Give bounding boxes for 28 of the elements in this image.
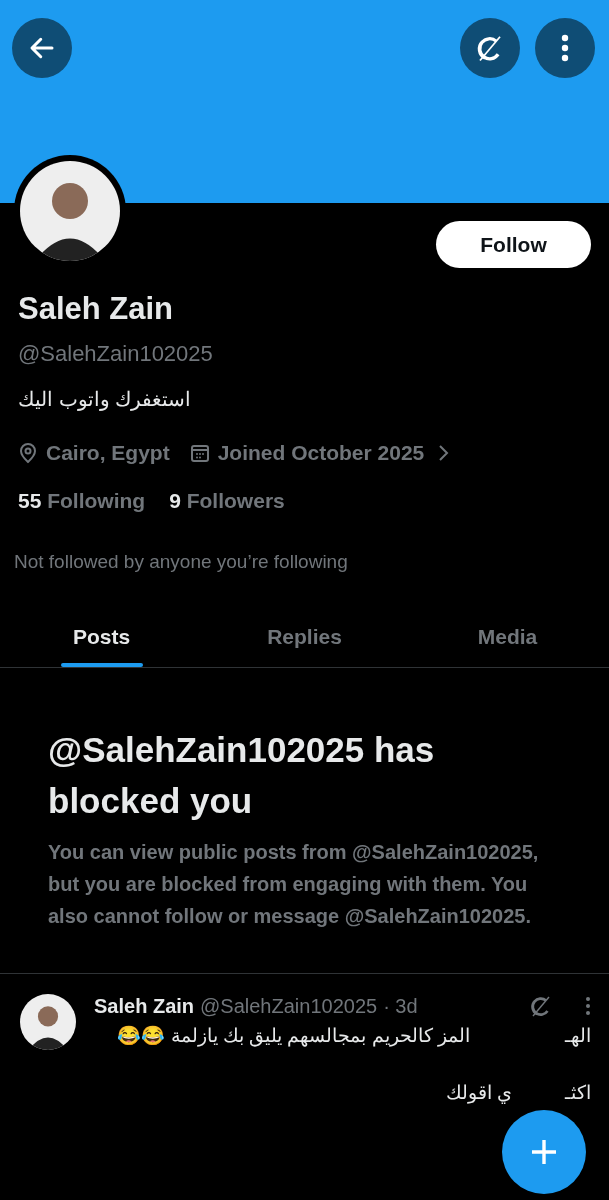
follow-button[interactable]: Follow (436, 221, 591, 268)
blocked-title: @SalehZain102025 has blocked you (48, 729, 436, 822)
post-text: اكثـ ي اقولك (444, 1081, 591, 1104)
profile-tab[interactable]: Replies (203, 607, 406, 667)
plus-icon (530, 1138, 558, 1166)
followers-count-link[interactable]: 9 Followers (169, 489, 285, 513)
more-button[interactable] (535, 18, 595, 78)
followed-by-note: Not followed by anyone you’re following (14, 551, 349, 573)
profile-tab[interactable]: Media (406, 607, 609, 667)
profile-name: Saleh Zain (18, 291, 175, 327)
more-icon (561, 34, 569, 62)
grok-button[interactable] (460, 18, 520, 78)
following-count-link[interactable]: 55 Following (18, 489, 146, 513)
profile-handle: @SalehZain102025 (18, 341, 214, 367)
joined-date: Joined October 2025 (217, 441, 425, 465)
blocked-message: You can view public posts from @SalehZain102025, but you are blocked from engaging with them. You also cannot follow or message @SalehZain102025. (48, 840, 540, 929)
profile-tab[interactable]: Posts (0, 607, 203, 667)
post-time: · 3d (383, 994, 418, 1018)
profile-bio: استغفرك واتوب اليك (18, 387, 192, 411)
post-text: الهـ المز كالحريم بمجالسهم يليق بك يازلمة 😂😂 (116, 1024, 591, 1047)
back-button[interactable] (12, 18, 72, 78)
location-text: Cairo, Egypt (46, 441, 170, 465)
more-icon[interactable] (585, 996, 591, 1016)
calendar-icon (189, 443, 210, 463)
chevron-right-icon[interactable] (438, 443, 451, 463)
location-pin-icon (18, 442, 38, 464)
post-author-name: Saleh Zain (94, 994, 195, 1018)
post-author-handle: @SalehZain102025 (200, 994, 378, 1018)
